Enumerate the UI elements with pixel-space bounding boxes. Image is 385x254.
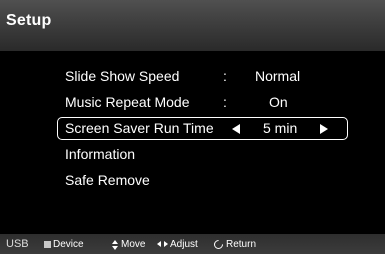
return-hint[interactable]: Return: [212, 238, 256, 251]
adjust-hint: Adjust: [157, 239, 198, 250]
move-hint: Move: [112, 239, 145, 250]
device-hint[interactable]: Device: [44, 239, 84, 250]
right-arrow-icon[interactable]: [320, 124, 328, 134]
menu-item-screen-saver-run-time[interactable]: Screen Saver Run Time 5 min: [57, 117, 348, 140]
menu-item-value: Normal: [255, 68, 301, 84]
square-button-icon: [44, 241, 51, 248]
menu-item-colon: :: [223, 68, 227, 84]
menu-panel: Slide Show Speed : Normal Music Repeat M…: [0, 51, 385, 234]
source-label: USB: [6, 238, 29, 250]
menu-item-label: Music Repeat Mode: [65, 94, 190, 110]
menu-item-value: On: [269, 94, 288, 110]
header-bar: Setup: [0, 0, 385, 51]
return-icon: [212, 238, 225, 251]
page-title: Setup: [6, 12, 52, 29]
menu-item-label: Safe Remove: [65, 172, 150, 188]
up-down-arrows-icon: [112, 239, 119, 250]
setup-screen: Setup Slide Show Speed : Normal Music Re…: [0, 0, 385, 254]
menu-item-colon: :: [223, 94, 227, 110]
menu-item-value: 5 min: [263, 120, 298, 136]
footer-bar: USB Device Move Adjust Return: [0, 234, 385, 254]
left-right-arrows-icon: [157, 241, 168, 248]
left-arrow-icon[interactable]: [232, 124, 240, 134]
menu-item-safe-remove[interactable]: Safe Remove: [57, 169, 348, 192]
menu-item-label: Screen Saver Run Time: [65, 120, 214, 136]
menu-item-slide-show-speed[interactable]: Slide Show Speed : Normal: [57, 65, 348, 88]
menu-item-label: Information: [65, 146, 136, 162]
menu-item-information[interactable]: Information: [57, 143, 348, 166]
menu-item-music-repeat-mode[interactable]: Music Repeat Mode : On: [57, 91, 348, 114]
menu-item-label: Slide Show Speed: [65, 68, 180, 84]
